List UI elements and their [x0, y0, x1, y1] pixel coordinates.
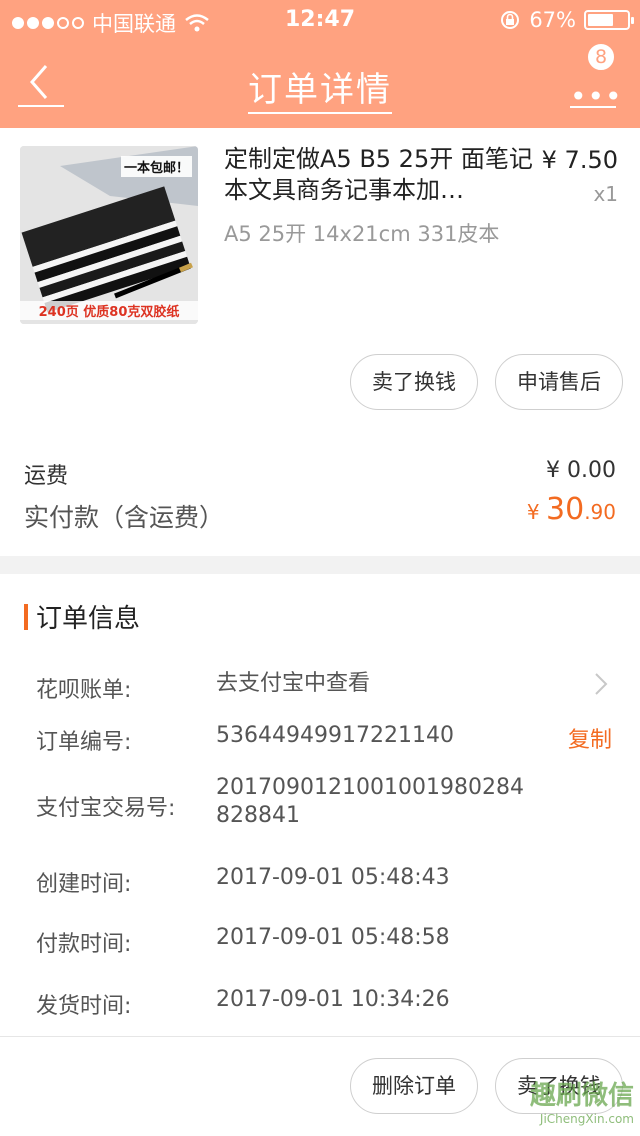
status-bar: 中国联通 12:47 67%: [0, 0, 640, 40]
product-spec: A5 25开 14x21cm 331皮本: [224, 222, 500, 246]
shipped-time-label: 发货时间:: [36, 994, 132, 1019]
paid-time-label: 付款时间:: [36, 932, 132, 957]
huabei-link[interactable]: 去支付宝中查看: [216, 670, 370, 698]
created-time-value: 2017-09-01 05:48:43: [216, 865, 450, 890]
order-number-value: 53644949917221140: [216, 723, 454, 748]
paid-label: 实付款（含运费）: [24, 503, 225, 532]
product-image-tag: 一本包邮！: [120, 156, 192, 177]
more-button[interactable]: ••• 8: [570, 42, 622, 113]
product-quantity: x1: [593, 182, 618, 206]
shipped-time-value: 2017-09-01 10:34:26: [216, 987, 450, 1012]
product-section: 一本包邮！ 240页 优质80克双胶纸 定制定做A5 B5 25开 面笔记本文具…: [0, 128, 640, 556]
delete-order-button[interactable]: 删除订单: [350, 1058, 478, 1114]
product-price: ¥ 7.50: [541, 146, 618, 174]
section-accent-bar: [24, 604, 28, 630]
copy-button[interactable]: 复制: [568, 722, 612, 754]
notification-badge: 8: [586, 42, 616, 72]
shipping-value: ¥ 0.00: [546, 458, 616, 483]
more-icon: •••: [570, 80, 623, 113]
resell-button[interactable]: 卖了换钱: [350, 354, 478, 410]
section-divider: [0, 556, 640, 574]
watermark-text: 趣刷微信: [529, 1081, 634, 1111]
header: 中国联通 12:47 67% 订单详情 ••• 8: [0, 0, 640, 128]
watermark: 趣刷微信 JiChengXin.com: [530, 1075, 634, 1126]
huabei-label: 花呗账单:: [36, 678, 132, 703]
order-info-section: 订单信息 花呗账单: 去支付宝中查看 订单编号: 536449499172211…: [0, 574, 640, 1136]
order-info-title: 订单信息: [36, 604, 141, 634]
page-title: 订单详情: [0, 62, 640, 114]
footer-divider: [0, 1036, 640, 1037]
battery-percent: 67%: [529, 8, 576, 32]
paid-amount: ¥ 30.90: [526, 492, 616, 527]
product-image[interactable]: 一本包邮！ 240页 优质80克双胶纸: [20, 146, 198, 324]
status-right: 67%: [499, 8, 634, 32]
created-time-label: 创建时间:: [36, 872, 132, 897]
alipay-trade-label: 支付宝交易号:: [36, 796, 176, 821]
battery-fill: [588, 14, 613, 26]
chevron-right-icon[interactable]: [594, 672, 608, 696]
product-image-caption: 240页 优质80克双胶纸: [20, 301, 198, 320]
shipping-label: 运费: [24, 464, 69, 489]
product-title[interactable]: 定制定做A5 B5 25开 面笔记本文具商务记事本加…: [224, 144, 534, 206]
battery-icon: [584, 10, 634, 30]
nav-bar: 订单详情 ••• 8: [0, 40, 640, 128]
after-sales-button[interactable]: 申请售后: [495, 354, 623, 410]
rotation-lock-icon: [501, 11, 520, 29]
order-number-label: 订单编号:: [36, 730, 132, 755]
alipay-trade-value: 2017090121001001980284: [216, 775, 524, 800]
watermark-url: JiChengXin.com: [539, 1112, 634, 1126]
alipay-trade-value-line2: 828841: [216, 803, 300, 828]
paid-time-value: 2017-09-01 05:48:58: [216, 925, 450, 950]
